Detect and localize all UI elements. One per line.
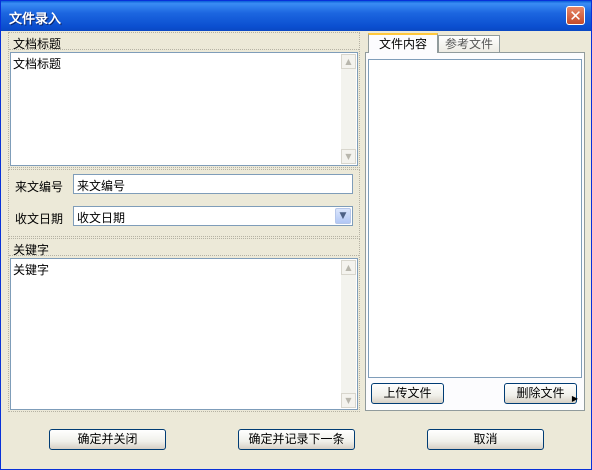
upload-file-label: 上传文件 [383,386,432,400]
upload-file-button[interactable]: 上传文件 [371,383,444,404]
date-select[interactable]: 收文日期 ▼ [73,206,353,226]
cancel-label: 取消 [473,432,498,446]
scroll-up-button[interactable]: ▲ [341,260,356,275]
scroll-up-icon: ▲ [345,57,352,66]
keywords-textarea[interactable]: 关键字 ▲ ▼ [10,258,358,410]
file-content-panel: 上传文件 删除文件 ▶ [365,52,585,411]
confirm-next-label: 确定并记录下一条 [248,432,345,446]
delete-file-button[interactable]: 删除文件 ▶ [504,383,578,404]
tab-label: 文件内容 [378,37,427,51]
scroll-down-icon: ▼ [345,152,352,161]
scroll-down-button[interactable]: ▼ [341,149,356,164]
tab-file-content[interactable]: 文件内容 [368,33,438,53]
date-label: 收文日期 [15,212,64,226]
doc-no-value: 来文编号 [77,179,126,193]
keywords-scrollbar[interactable]: ▲ ▼ [341,260,356,408]
date-dropdown-button[interactable]: ▼ [335,208,351,224]
meta-fields-group: 来文编号 来文编号 收文日期 收文日期 ▼ [8,169,360,237]
scroll-down-icon: ▼ [345,396,352,405]
keywords-group: 关键字 关键字 ▲ ▼ [8,238,360,412]
dialog-window: 文件录入 ✕ 文档标题 文档标题 ▲ ▼ 来文编号 来文编号 收文日期 收文日期… [0,0,592,470]
delete-file-label: 删除文件 [516,386,565,400]
doc-no-input[interactable]: 来文编号 [73,174,353,194]
doc-title-group: 文档标题 文档标题 ▲ ▼ [8,32,360,168]
doc-no-label: 来文编号 [15,180,64,194]
confirm-next-button[interactable]: 确定并记录下一条 [238,429,355,450]
scroll-up-button[interactable]: ▲ [341,54,356,69]
title-bar[interactable]: 文件录入 ✕ [1,1,591,31]
scroll-up-icon: ▲ [345,263,352,272]
confirm-close-label: 确定并关闭 [77,432,138,446]
file-list-box[interactable] [368,59,582,378]
doc-title-value: 文档标题 [13,57,62,71]
tab-reference-files[interactable]: 参考文件 [438,35,500,53]
keywords-value: 关键字 [13,263,50,277]
tab-label: 参考文件 [444,37,493,51]
group-divider [9,49,359,50]
window-title: 文件录入 [9,12,62,27]
group-divider [9,255,359,256]
confirm-close-button[interactable]: 确定并关闭 [49,429,166,450]
corner-arrow-icon: ▶ [571,394,578,403]
cancel-button[interactable]: 取消 [427,429,544,450]
chevron-down-icon: ▼ [339,211,347,221]
close-icon: ✕ [569,7,582,25]
close-button[interactable]: ✕ [566,6,585,25]
doc-title-textarea[interactable]: 文档标题 ▲ ▼ [10,52,358,166]
date-value: 收文日期 [77,211,126,225]
scroll-down-button[interactable]: ▼ [341,393,356,408]
doc-title-scrollbar[interactable]: ▲ ▼ [341,54,356,164]
